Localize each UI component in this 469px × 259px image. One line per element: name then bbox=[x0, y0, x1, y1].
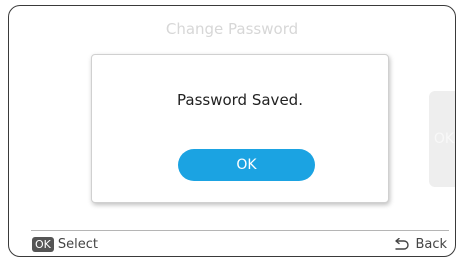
back-button[interactable]: Back bbox=[392, 237, 447, 252]
side-ok-label: OK bbox=[433, 131, 455, 147]
password-saved-dialog: Password Saved. OK bbox=[91, 54, 389, 203]
ok-button-label: OK bbox=[236, 157, 257, 173]
footer-select-hint: OK Select bbox=[32, 237, 98, 252]
ok-badge-icon: OK bbox=[32, 237, 54, 252]
footer-divider bbox=[31, 230, 449, 231]
back-label: Back bbox=[415, 237, 447, 252]
page-title: Change Password bbox=[165, 20, 299, 38]
side-ok-button[interactable]: OK bbox=[429, 91, 455, 187]
dialog-message: Password Saved. bbox=[177, 91, 303, 109]
select-label: Select bbox=[57, 237, 98, 252]
return-arrow-icon bbox=[392, 237, 410, 252]
ok-button[interactable]: OK bbox=[178, 149, 315, 181]
screen: Change Password OK OK Select Back Passwo… bbox=[8, 5, 456, 257]
